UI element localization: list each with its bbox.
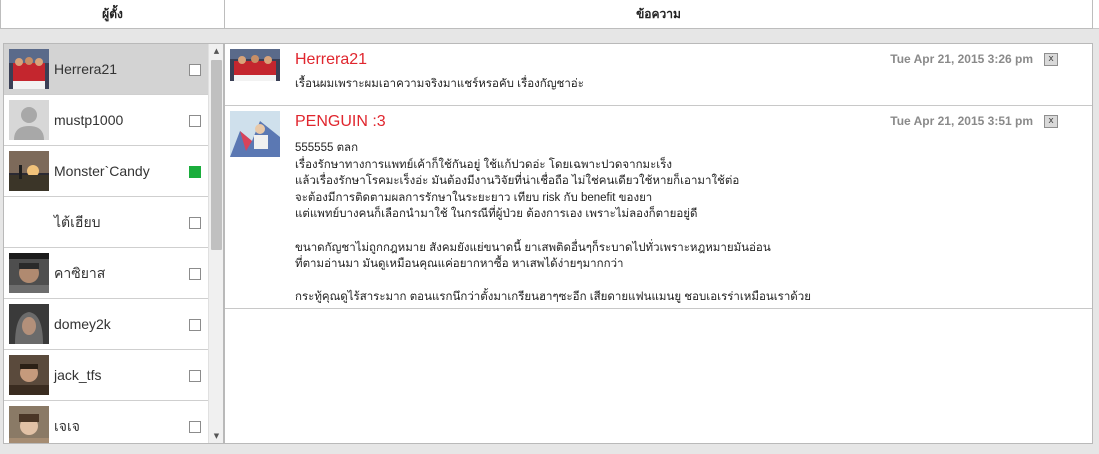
avatar xyxy=(9,100,49,140)
message-timestamp: Tue Apr 21, 2015 3:51 pm xyxy=(890,114,1033,128)
message-item: Herrera21 Tue Apr 21, 2015 3:26 pm x เรื… xyxy=(225,44,1092,106)
scroll-down-arrow-icon[interactable]: ▼ xyxy=(209,429,223,443)
message-body: 555555 ตลก เรื่องรักษาทางการแพทย์เค้าก็ใ… xyxy=(295,142,811,304)
user-item[interactable]: Monster`Candy xyxy=(4,146,208,197)
message-author[interactable]: PENGUIN :3 xyxy=(295,113,386,131)
poster-column-header: ผู้ตั้ง xyxy=(0,0,225,29)
message-author[interactable]: Herrera21 xyxy=(295,51,367,69)
user-name: mustp1000 xyxy=(54,112,124,128)
user-checkbox[interactable] xyxy=(189,217,201,229)
user-name: Monster`Candy xyxy=(54,163,150,179)
avatar xyxy=(9,355,49,395)
user-list-panel: Herrera21 mustp1000 Monster`Candy ไต้เฮี… xyxy=(3,43,224,444)
user-checkbox[interactable] xyxy=(189,319,201,331)
user-checkbox[interactable] xyxy=(189,64,201,76)
user-list-scrollbar[interactable]: ▲ ▼ xyxy=(208,44,223,443)
user-name: ไต้เฮียบ xyxy=(54,214,101,230)
message-panel: Herrera21 Tue Apr 21, 2015 3:26 pm x เรื… xyxy=(224,43,1093,444)
user-checkbox[interactable] xyxy=(189,166,201,178)
user-list: Herrera21 mustp1000 Monster`Candy ไต้เฮี… xyxy=(4,44,208,443)
user-name: jack_tfs xyxy=(54,367,102,383)
user-name: เจเจ xyxy=(54,418,80,434)
user-item[interactable]: Herrera21 xyxy=(4,44,208,95)
user-item[interactable]: mustp1000 xyxy=(4,95,208,146)
user-checkbox[interactable] xyxy=(189,115,201,127)
user-checkbox[interactable] xyxy=(189,268,201,280)
user-item[interactable]: ไต้เฮียบ xyxy=(4,197,208,248)
avatar xyxy=(230,49,280,81)
avatar xyxy=(9,202,49,242)
message-body: เรื้อนผมเพราะผมเอาความจริงมาแชร์หรอคับ เ… xyxy=(295,78,584,90)
message-item: PENGUIN :3 Tue Apr 21, 2015 3:51 pm x 55… xyxy=(225,106,1092,309)
user-item[interactable]: domey2k xyxy=(4,299,208,350)
user-item[interactable]: jack_tfs xyxy=(4,350,208,401)
user-name: domey2k xyxy=(54,316,111,332)
column-header: ผู้ตั้ง ข้อความ xyxy=(0,0,1099,29)
avatar xyxy=(9,151,49,191)
user-checkbox[interactable] xyxy=(189,370,201,382)
avatar xyxy=(9,406,49,443)
user-item[interactable]: คาซิยาส xyxy=(4,248,208,299)
close-icon[interactable]: x xyxy=(1044,115,1058,128)
user-name: Herrera21 xyxy=(54,61,118,77)
user-name: คาซิยาส xyxy=(54,265,106,281)
user-item[interactable]: เจเจ xyxy=(4,401,208,443)
close-icon[interactable]: x xyxy=(1044,53,1058,66)
avatar xyxy=(9,253,49,293)
avatar xyxy=(9,304,49,344)
avatar xyxy=(9,49,49,89)
user-checkbox[interactable] xyxy=(189,421,201,433)
avatar xyxy=(230,111,280,157)
scrollbar-thumb[interactable] xyxy=(211,60,222,250)
message-timestamp: Tue Apr 21, 2015 3:26 pm xyxy=(890,52,1033,66)
scroll-up-arrow-icon[interactable]: ▲ xyxy=(209,44,223,58)
message-column-header: ข้อความ xyxy=(224,0,1093,29)
